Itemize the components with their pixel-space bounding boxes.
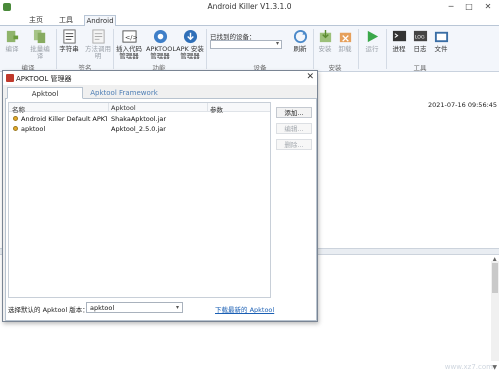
- maximize-icon[interactable]: □: [462, 1, 476, 12]
- column-separator: [207, 103, 208, 112]
- apktool-item-icon: [13, 126, 18, 131]
- vertical-scrollbar[interactable]: [491, 261, 499, 361]
- item-file: ShakaApktool.jar: [111, 115, 167, 123]
- log-button[interactable]: LOG 日志: [411, 29, 429, 53]
- run-button[interactable]: 运行: [362, 29, 382, 53]
- column-header-name[interactable]: 名称: [12, 104, 25, 114]
- uninstall-icon: [339, 32, 351, 43]
- close-icon[interactable]: ✕: [306, 72, 314, 82]
- group-separator: [313, 29, 314, 69]
- list-item[interactable]: apktool Apktool_2.5.0.jar: [9, 124, 270, 134]
- apk-install-manager-button[interactable]: APK 安装 管理器: [176, 29, 204, 60]
- default-version-label: 选择默认的 Apktool 版本：: [8, 306, 89, 314]
- uninstall-label: 卸载: [338, 45, 352, 53]
- svg-text:LOG: LOG: [414, 34, 424, 40]
- process-label: 进程: [392, 45, 406, 53]
- add-button[interactable]: 添加...: [276, 107, 312, 118]
- title-bar: Android Killer V1.3.1.0 ─ □ ✕: [0, 0, 499, 14]
- method-call-button[interactable]: 方法调用 明: [84, 29, 112, 60]
- batch-compile-icon: [33, 29, 45, 44]
- apk-install-icon: [183, 29, 197, 44]
- insert-code-icon: </>: [121, 30, 137, 43]
- tab-home[interactable]: 主页: [24, 15, 48, 26]
- tab-tools[interactable]: 工具: [54, 15, 78, 26]
- file-icon: [434, 31, 448, 43]
- group-label-tools: 工具: [413, 64, 427, 72]
- default-version-value: apktool: [90, 304, 115, 312]
- apk-install-label-2: 管理器: [180, 52, 200, 60]
- method-call-icon: [91, 29, 105, 44]
- download-latest-link[interactable]: 下载最新的 Apktool: [215, 304, 274, 314]
- item-name: Android Killer Default APKTOOL: [21, 115, 107, 123]
- run-icon: [367, 30, 378, 43]
- watermark: www.xz7.com: [444, 363, 493, 371]
- scrollbar-thumb[interactable]: [492, 263, 498, 293]
- chevron-down-icon: ▾: [175, 304, 179, 311]
- strings-button[interactable]: 字符串: [58, 29, 80, 53]
- close-icon[interactable]: ✕: [481, 1, 495, 12]
- column-separator: [108, 103, 109, 112]
- log-timestamp: 2021-07-16 09:56:45: [428, 101, 498, 109]
- strings-icon: [62, 29, 76, 44]
- apktool-list: 名称 Apktool 参数 Android Killer Default APK…: [8, 102, 271, 298]
- dialog-body: 名称 Apktool 参数 Android Killer Default APK…: [5, 99, 317, 321]
- insert-code-manager-button[interactable]: </> 插入代码 管理器: [114, 29, 144, 60]
- chevron-down-icon: ▾: [275, 40, 279, 47]
- log-label: 日志: [413, 45, 427, 53]
- group-separator: [386, 29, 387, 69]
- minimize-icon[interactable]: ─: [444, 1, 458, 12]
- item-file: Apktool_2.5.0.jar: [111, 125, 166, 133]
- svg-text:</>: </>: [124, 33, 136, 41]
- process-icon: [392, 30, 406, 42]
- tab-apktool[interactable]: Apktool: [7, 87, 83, 99]
- compile-icon: [6, 30, 18, 43]
- ribbon-tab-bar: 主页 工具 Android: [0, 14, 499, 26]
- scroll-down-icon[interactable]: ▼: [492, 364, 497, 371]
- file-label: 文件: [434, 45, 448, 53]
- column-header-params[interactable]: 参数: [210, 104, 223, 114]
- batch-compile-button[interactable]: 批量编 译: [26, 29, 54, 60]
- strings-label: 字符串: [59, 45, 79, 53]
- group-separator: [358, 29, 359, 69]
- column-header-apktool[interactable]: Apktool: [111, 104, 136, 112]
- refresh-label: 刷新: [293, 45, 307, 53]
- apktool-manager-dialog: APKTOOL 管理器 ✕ Apktool Apktool Framework …: [2, 70, 318, 322]
- tab-android[interactable]: Android: [84, 15, 116, 26]
- device-select[interactable]: ▾: [210, 40, 282, 49]
- install-label: 安装: [318, 45, 332, 53]
- apktool-icon: [153, 29, 167, 44]
- uninstall-button[interactable]: 卸载: [336, 29, 354, 53]
- dialog-title: APKTOOL 管理器: [16, 75, 72, 83]
- method-call-label-2: 明: [94, 52, 102, 60]
- file-button[interactable]: 文件: [432, 29, 450, 53]
- dialog-tab-bar: Apktool Apktool Framework: [5, 87, 317, 99]
- install-icon: [319, 29, 331, 43]
- delete-button[interactable]: 删除...: [276, 139, 312, 150]
- refresh-button[interactable]: 刷新: [290, 29, 310, 53]
- refresh-icon: [293, 29, 307, 44]
- compile-label: 编译: [5, 45, 19, 53]
- insert-code-label-2: 管理器: [119, 52, 139, 60]
- window-title: Android Killer V1.3.1.0: [207, 2, 292, 11]
- list-header: 名称 Apktool 参数: [9, 103, 270, 114]
- tab-apktool-framework[interactable]: Apktool Framework: [85, 87, 163, 99]
- item-name: apktool: [21, 125, 46, 133]
- group-separator: [206, 29, 207, 69]
- compile-button[interactable]: 编译: [2, 29, 22, 53]
- run-label: 运行: [365, 45, 379, 53]
- group-label-install: 安装: [328, 64, 342, 72]
- group-separator: [56, 29, 57, 69]
- process-button[interactable]: 进程: [390, 29, 408, 53]
- apktool-label-2: 管理器: [150, 52, 170, 60]
- install-button[interactable]: 安装: [316, 29, 334, 53]
- apktool-manager-button[interactable]: APKTOOL 管理器: [146, 29, 176, 60]
- dialog-app-icon: [6, 74, 14, 82]
- default-version-select[interactable]: apktool ▾: [86, 302, 183, 313]
- log-icon: LOG: [413, 30, 427, 42]
- list-item[interactable]: Android Killer Default APKTOOL ShakaApkt…: [9, 114, 270, 124]
- apktool-item-icon: [13, 116, 18, 121]
- dialog-title-bar: APKTOOL 管理器 ✕: [3, 71, 317, 85]
- batch-compile-label-2: 译: [36, 52, 44, 60]
- edit-button[interactable]: 编辑...: [276, 123, 312, 134]
